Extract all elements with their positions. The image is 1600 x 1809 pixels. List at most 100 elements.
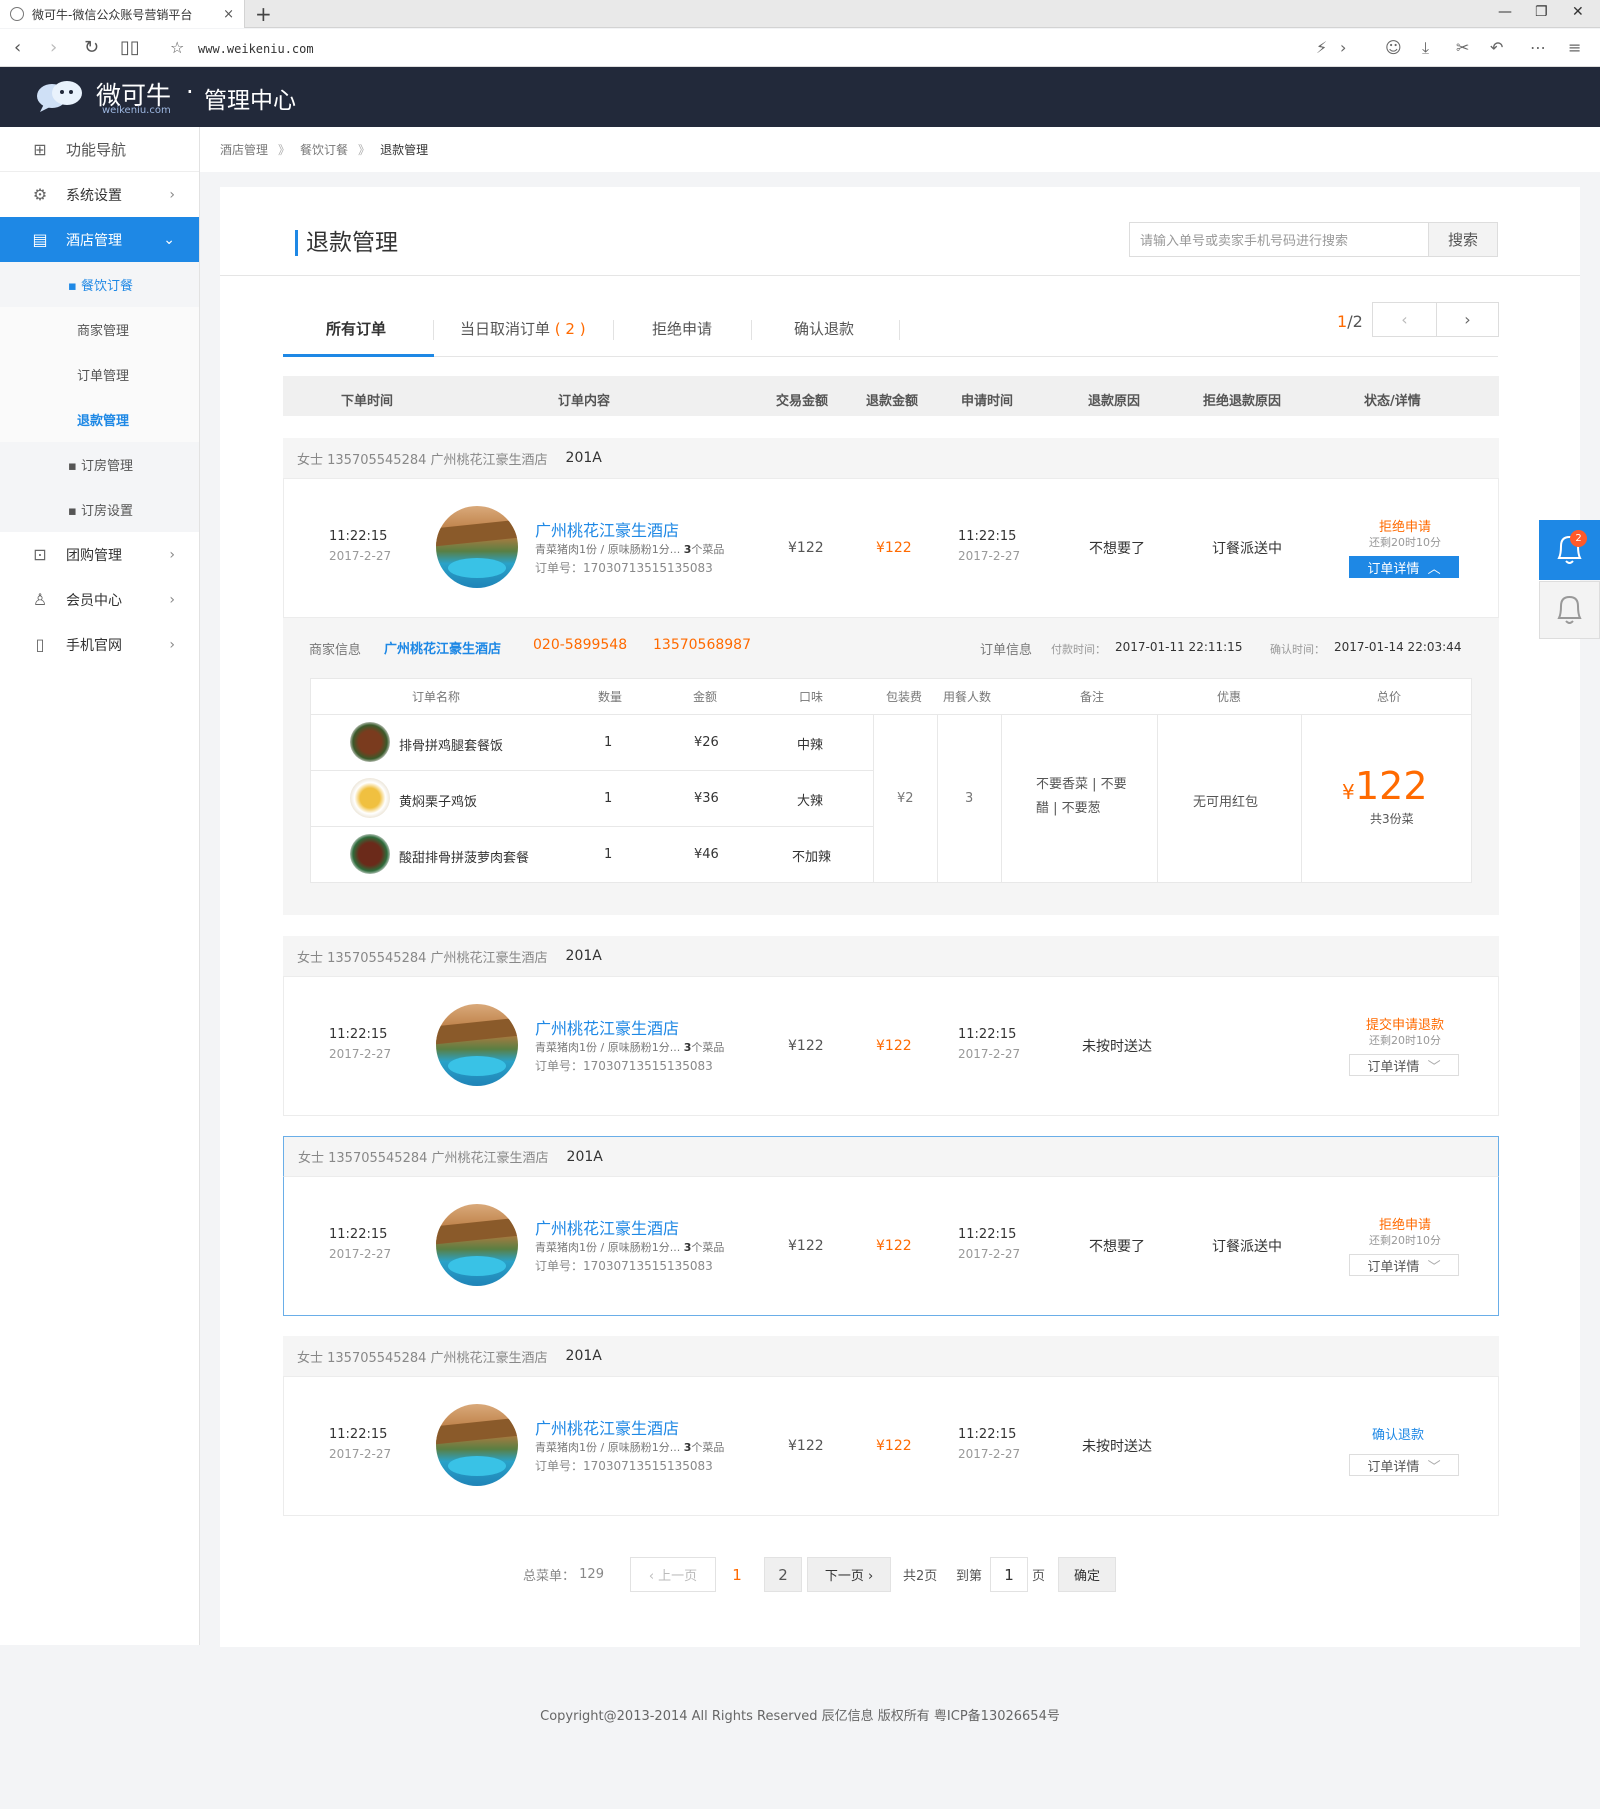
- reader-icon[interactable]: ▯▯: [120, 37, 140, 58]
- download-icon[interactable]: ⤓: [1422, 38, 1429, 58]
- tab-confirm-refund[interactable]: 确认退款: [794, 318, 854, 339]
- chevron-right-icon: ›: [169, 591, 175, 608]
- order-detail-button[interactable]: 订单详情 ﹀: [1349, 1254, 1459, 1276]
- browser-tab[interactable]: 微可牛-微信公众账号营销平台 ×: [0, 0, 245, 28]
- sidebar-sub-orders[interactable]: 订单管理: [0, 352, 199, 397]
- sidebar-item-group[interactable]: ⊡ 团购管理 ›: [0, 532, 199, 577]
- divider: [1157, 714, 1158, 882]
- tab-divider: [433, 320, 434, 340]
- browser-tab-title: 微可牛-微信公众账号营销平台: [32, 7, 193, 22]
- prev-page-button[interactable]: ‹: [1372, 302, 1437, 337]
- order-items: 青菜猪肉1份 / 原味肠粉1分... 3个菜品: [535, 1041, 725, 1054]
- new-tab-button[interactable]: +: [255, 2, 272, 26]
- emoji-icon[interactable]: ☺: [1385, 38, 1402, 57]
- chevron-down-icon: ﹀: [1427, 1459, 1441, 1475]
- more-icon[interactable]: ⋯: [1530, 38, 1546, 57]
- breadcrumb-canyin[interactable]: 餐饮订餐: [300, 141, 348, 158]
- breadcrumb-separator: 》: [358, 143, 371, 157]
- breadcrumb: 酒店管理 》 餐饮订餐 》 退款管理: [200, 127, 1600, 172]
- sidebar-item-label: 会员中心: [66, 592, 122, 609]
- item-qty: 1: [604, 735, 613, 750]
- tab-close-icon[interactable]: ×: [223, 7, 234, 22]
- chevron-right-icon[interactable]: ›: [1340, 38, 1346, 57]
- tab-count-badge: ( 2 ): [554, 320, 586, 338]
- next-page-button[interactable]: ›: [1436, 302, 1499, 337]
- page-1[interactable]: 1: [718, 1557, 756, 1592]
- breadcrumb-current: 退款管理: [380, 143, 429, 157]
- breadcrumb-hotel[interactable]: 酒店管理: [220, 141, 268, 158]
- refund-amount: ¥122: [876, 540, 912, 556]
- apply-time: 11:22:15: [958, 529, 1017, 544]
- gear-icon: ⚙: [32, 185, 48, 204]
- page-2[interactable]: 2: [764, 1557, 802, 1592]
- order-detail-button[interactable]: 订单详情 ﹀: [1349, 1054, 1459, 1076]
- prev-page-link[interactable]: ‹ 上一页: [630, 1557, 716, 1592]
- pack-fee: ¥2: [897, 791, 914, 806]
- star-icon[interactable]: ☆: [170, 38, 184, 57]
- merchant-phone: 020-5899548: [533, 637, 628, 653]
- th-people: 用餐人数: [943, 690, 992, 704]
- refund-amount: ¥122: [876, 1038, 912, 1054]
- user-vip-icon: ♙: [32, 590, 48, 609]
- order-number: 订单号：17030713515135083: [535, 1059, 713, 1073]
- merchant-label: 商家信息: [309, 643, 362, 658]
- next-page-link[interactable]: 下一页 ›: [807, 1557, 891, 1592]
- search-button[interactable]: 搜索: [1428, 222, 1498, 257]
- th-discount: 优惠: [1217, 690, 1242, 704]
- merchant-name[interactable]: 广州桃花江豪生酒店: [384, 638, 501, 657]
- window-restore-button[interactable]: ❐: [1535, 4, 1548, 20]
- hotel-thumbnail: [436, 1004, 518, 1086]
- tab-today-cancel[interactable]: 当日取消订单 ( 2 ): [460, 318, 586, 339]
- sidebar-item-member[interactable]: ♙ 会员中心 ›: [0, 577, 199, 622]
- order-time: 11:22:15: [329, 1427, 388, 1442]
- goto-confirm-button[interactable]: 确定: [1058, 1557, 1116, 1592]
- window-minimize-button[interactable]: —: [1498, 4, 1512, 20]
- sidebar-sub-canyin[interactable]: ▪ 餐饮订餐: [0, 262, 199, 307]
- item-taste: 中辣: [797, 738, 824, 753]
- sidebar-sub-room-settings[interactable]: ▪ 订房设置: [0, 487, 199, 532]
- sidebar-item-nav[interactable]: ⊞ 功能导航: [0, 127, 199, 172]
- logo-separator: ·: [186, 78, 194, 106]
- admin-center-title: 管理中心: [204, 88, 296, 114]
- order-detail-button[interactable]: 订单详情 ︿: [1349, 556, 1459, 578]
- order-room: 201A: [565, 450, 602, 466]
- item-qty: 1: [604, 791, 613, 806]
- message-button[interactable]: [1539, 581, 1600, 639]
- order-detail-button[interactable]: 订单详情 ﹀: [1349, 1454, 1459, 1476]
- search-input[interactable]: 请输入单号或卖家手机号码进行搜索: [1129, 222, 1429, 257]
- order-date: 2017-2-27: [329, 1247, 392, 1261]
- hotel-name-link[interactable]: 广州桃花江豪生酒店: [535, 1415, 679, 1439]
- sidebar-item-mobile[interactable]: ▯ 手机官网 ›: [0, 622, 199, 667]
- sidebar-sub-refund[interactable]: 退款管理: [0, 397, 199, 442]
- divider: [1301, 714, 1302, 882]
- back-icon[interactable]: ‹: [14, 37, 21, 58]
- tab-all-orders[interactable]: 所有订单: [326, 318, 386, 339]
- tabs-baseline: [283, 356, 1498, 357]
- sidebar-item-label: 系统设置: [66, 187, 122, 204]
- scissors-icon[interactable]: ✂: [1456, 38, 1469, 57]
- sidebar-sub-merchant[interactable]: 商家管理: [0, 307, 199, 352]
- sidebar-sub-room-orders[interactable]: ▪ 订房管理: [0, 442, 199, 487]
- tab-reject[interactable]: 拒绝申请: [652, 318, 712, 339]
- col-refund: 退款金额: [866, 394, 919, 409]
- undo-icon[interactable]: ↶: [1490, 38, 1503, 57]
- th-qty: 数量: [598, 690, 623, 704]
- hotel-name-link[interactable]: 广州桃花江豪生酒店: [535, 1215, 679, 1239]
- notification-button[interactable]: [1539, 520, 1600, 580]
- order-amount: ¥122: [788, 1438, 824, 1454]
- reload-icon[interactable]: ↻: [84, 37, 99, 58]
- sidebar-item-settings[interactable]: ⚙ 系统设置 ›: [0, 172, 199, 217]
- order-header: 女士 135705545284 广州桃花江豪生酒店 201A: [283, 1336, 1499, 1376]
- forward-icon[interactable]: ›: [50, 37, 57, 58]
- url-field[interactable]: www.weikeniu.com: [198, 42, 314, 56]
- window-close-button[interactable]: ✕: [1572, 4, 1584, 20]
- globe-icon: [10, 7, 24, 21]
- goto-page-input[interactable]: 1: [990, 1557, 1028, 1592]
- item-amount: ¥36: [694, 791, 719, 806]
- divider: [311, 714, 1471, 715]
- hotel-name-link[interactable]: 广州桃花江豪生酒店: [535, 517, 679, 541]
- hotel-name-link[interactable]: 广州桃花江豪生酒店: [535, 1015, 679, 1039]
- sidebar-item-hotel[interactable]: ▤ 酒店管理 ⌄: [0, 217, 199, 262]
- lightning-icon[interactable]: ⚡: [1316, 38, 1327, 57]
- menu-icon[interactable]: ≡: [1568, 38, 1581, 57]
